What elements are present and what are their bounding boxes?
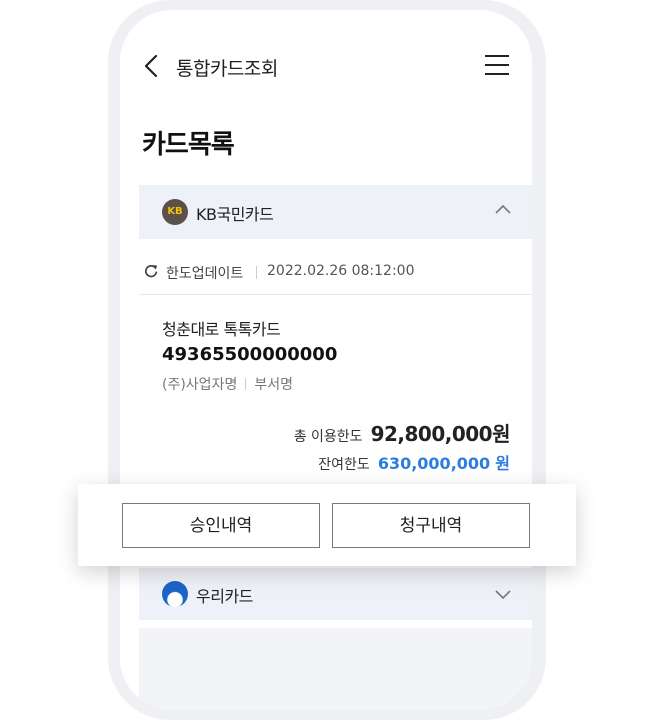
hamburger-menu-icon[interactable] <box>484 54 510 76</box>
phone-screen: 통합카드조회 카드목록 KB KB국민카드 한도업데이트 2022.02.26 … <box>120 10 532 710</box>
divider <box>139 294 532 295</box>
limit-update-button[interactable]: 한도업데이트 <box>166 263 243 283</box>
header-title: 통합카드조회 <box>176 58 278 80</box>
department-name: 부서명 <box>254 377 293 393</box>
next-card-company[interactable] <box>139 628 532 710</box>
page-title: 카드목록 <box>142 130 235 160</box>
remaining-limit-value: 630,000,000 <box>377 454 491 473</box>
business-name: (주)사업자명 <box>162 377 238 393</box>
separator <box>256 266 257 279</box>
total-limit-currency: 원 <box>492 422 510 446</box>
chevron-up-icon[interactable] <box>495 203 511 215</box>
card-number: 49365500000000 <box>162 344 338 365</box>
total-limit-value: 92,800,000 <box>370 422 493 446</box>
back-arrow-icon[interactable] <box>144 54 158 78</box>
card-name: 청춘대로 톡톡카드 <box>162 320 281 339</box>
separator <box>245 378 247 390</box>
limit-update-timestamp: 2022.02.26 08:12:00 <box>267 263 415 279</box>
billing-history-button[interactable]: 청구내역 <box>332 503 530 548</box>
card-company-kb[interactable]: KB KB국민카드 <box>139 185 532 239</box>
remaining-limit-label: 잔여한도 <box>318 457 370 473</box>
woori-logo-icon <box>162 581 188 607</box>
kb-logo-icon: KB <box>162 199 188 225</box>
chevron-down-icon[interactable] <box>495 588 511 600</box>
refresh-icon[interactable] <box>144 264 158 278</box>
card-company-woori[interactable]: 우리카드 <box>139 568 532 620</box>
company-name-woori: 우리카드 <box>196 587 253 606</box>
total-limit-label: 총 이용한도 <box>293 429 363 445</box>
action-sheet: 승인내역 청구내역 <box>78 484 576 566</box>
app-header: 통합카드조회 <box>120 10 532 120</box>
remaining-limit-currency: 원 <box>495 454 510 473</box>
approval-history-button[interactable]: 승인내역 <box>122 503 320 548</box>
card-meta: (주)사업자명 부서명 <box>162 374 293 394</box>
total-limit-row: 총 이용한도 92,800,000원 <box>293 418 511 447</box>
remaining-limit-row: 잔여한도 630,000,000 원 <box>318 450 510 474</box>
company-name-kb: KB국민카드 <box>196 205 274 224</box>
